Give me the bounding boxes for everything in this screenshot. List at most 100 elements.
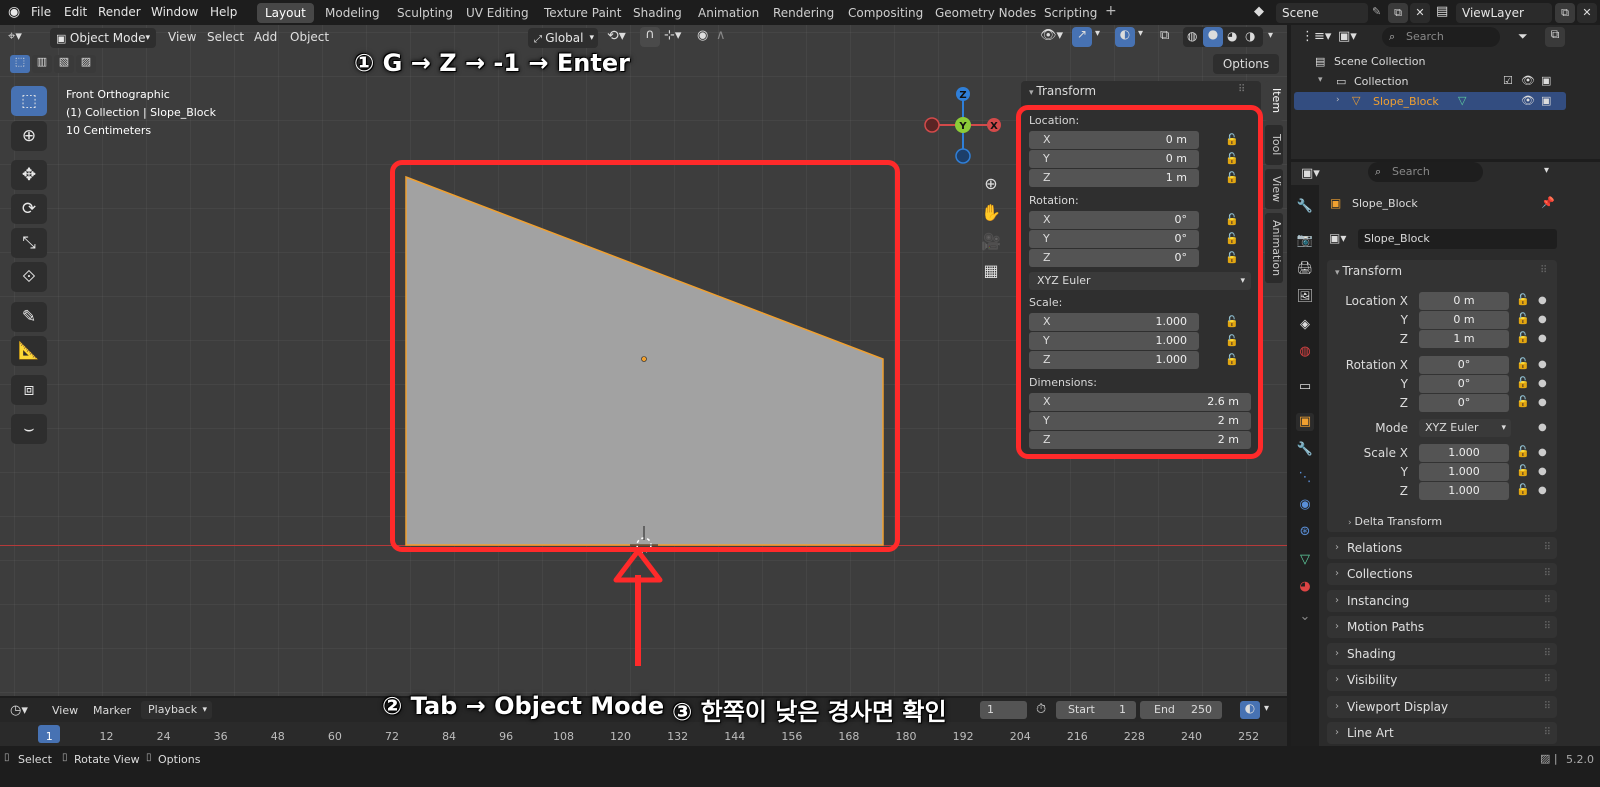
keying-dropdown-icon[interactable]: ▾ [1264,703,1269,714]
pin-icon[interactable]: 📌 [1541,196,1555,209]
properties-dropdown-icon[interactable]: ▾ [1544,165,1549,176]
tab-view[interactable]: View [1265,169,1283,209]
collection-tab-icon[interactable]: ▭ [1296,378,1314,396]
prop-scale-y[interactable]: 1.000 [1419,463,1509,481]
lock-icon[interactable]: 🔓 [1516,464,1530,477]
display-mode-icon[interactable]: ▣▾ [1338,29,1357,44]
section-viewport-display[interactable]: › Viewport Display ⠿ [1327,696,1557,718]
end-frame-field[interactable]: End 250 [1140,701,1222,719]
physics-tab-icon[interactable]: ◉ [1296,496,1314,514]
keyframe-dot-icon[interactable]: ● [1538,447,1547,458]
zoom-icon[interactable]: ⊕ [977,171,1005,197]
pin-icon[interactable]: ✎ [1372,5,1381,18]
drag-grip-icon[interactable]: ⠿ [1238,84,1245,95]
modifier-tab-icon[interactable]: 🔧 [1296,441,1314,459]
playback-dropdown[interactable]: Playback ▾ [141,701,212,719]
outliner-search-input[interactable]: ⌕ Search [1382,27,1500,47]
npanel-header[interactable]: ▾ Transform [1029,84,1096,98]
collection-label[interactable]: Collection [1354,75,1408,88]
material-tab-icon[interactable]: ◕ [1296,578,1314,596]
keyframe-dot-icon[interactable]: ● [1538,378,1547,389]
expand-chevron-icon[interactable]: › [1336,95,1340,105]
keyframe-dot-icon[interactable]: ● [1538,466,1547,477]
properties-editor-icon[interactable]: ▣▾ [1301,166,1320,181]
prop-rotation-z[interactable]: 0° [1419,394,1509,412]
prop-rotation-mode-dropdown[interactable]: XYZ Euler ▾ [1419,419,1511,437]
checkbox-icon[interactable]: ☑ [1503,74,1513,87]
new-scene-icon[interactable]: ⧉ [1388,3,1408,23]
section-shading[interactable]: › Shading ⠿ [1327,643,1557,665]
timeline-menu-marker[interactable]: Marker [93,704,131,717]
object-name-field[interactable]: Slope_Block [1358,229,1557,249]
section-motion-paths[interactable]: › Motion Paths ⠿ [1327,616,1557,638]
eye-icon[interactable]: 👁 [1521,94,1535,107]
scene-tab-icon[interactable]: ◈ [1296,316,1314,334]
section-collections[interactable]: › Collections ⠿ [1327,563,1557,585]
camera-render-icon[interactable]: ▣ [1541,94,1551,107]
tool-tab-icon[interactable]: 🔧 [1296,198,1314,216]
lock-icon[interactable]: 🔓 [1516,331,1530,344]
lock-icon[interactable]: 🔓 [1516,293,1530,306]
delta-transform-subpanel[interactable]: › Delta Transform [1348,515,1442,528]
prop-location-x[interactable]: 0 m [1419,292,1509,310]
section-line-art[interactable]: › Line Art ⠿ [1327,722,1557,744]
lock-icon[interactable]: 🔓 [1516,312,1530,325]
tab-tool[interactable]: Tool [1265,125,1283,165]
outliner-editor-icon[interactable]: ⋮≡▾ [1301,29,1331,44]
view-layer-tab-icon[interactable]: 🖼 [1296,288,1314,306]
keyframe-dot-icon[interactable]: ● [1538,295,1547,306]
world-tab-icon[interactable]: ◍ [1296,343,1314,361]
lock-icon[interactable]: 🔓 [1516,395,1530,408]
output-tab-icon[interactable]: 🖨 [1296,260,1314,278]
drag-grip-icon[interactable]: ⠿ [1540,265,1547,276]
scene-collection-label[interactable]: Scene Collection [1334,55,1425,68]
eye-icon[interactable]: 👁 [1521,74,1535,87]
timeline-menu-view[interactable]: View [52,704,78,717]
timeline-ruler[interactable] [0,722,1287,746]
filter-icon[interactable]: ⏷ [1518,29,1528,44]
current-frame-field[interactable]: 1 [980,701,1027,719]
pan-hand-icon[interactable]: ✋ [977,200,1005,226]
slope-block-label[interactable]: Slope_Block [1373,95,1439,108]
lock-icon[interactable]: 🔓 [1516,357,1530,370]
new-collection-icon[interactable]: ⧉ [1545,27,1565,47]
section-visibility[interactable]: › Visibility ⠿ [1327,669,1557,691]
section-relations[interactable]: › Relations ⠿ [1327,537,1557,559]
timeline-editor-icon[interactable]: ◷▾ [10,703,28,718]
collapse-chevron-icon[interactable]: ▾ [1318,75,1323,85]
transform-section-header[interactable]: ▾ Transform [1335,264,1402,278]
grid-toggle-icon[interactable]: ▦ [977,258,1005,284]
delete-view-layer-icon[interactable]: ✕ [1577,3,1597,23]
tab-animation-sidebar[interactable]: Animation [1265,213,1283,283]
render-tab-icon[interactable]: 📷 [1296,232,1314,250]
particles-tab-icon[interactable]: ⋱ [1296,469,1314,487]
prop-rotation-x[interactable]: 0° [1419,356,1509,374]
section-instancing[interactable]: › Instancing ⠿ [1327,590,1557,612]
properties-search-input[interactable]: ⌕ Search [1368,162,1483,182]
keyframe-dot-icon[interactable]: ● [1538,485,1547,496]
start-frame-field[interactable]: Start 1 [1056,701,1136,719]
keyframe-dot-icon[interactable]: ● [1538,359,1547,370]
tab-item[interactable]: Item [1265,81,1283,121]
prop-scale-z[interactable]: 1.000 [1419,482,1509,500]
prop-location-y[interactable]: 0 m [1419,311,1509,329]
more-tabs-icon[interactable]: ⌄ [1296,608,1314,626]
constraints-tab-icon[interactable]: ⊛ [1296,523,1314,541]
camera-render-icon[interactable]: ▣ [1541,74,1551,87]
object-tab-icon[interactable]: ▣ [1296,413,1314,431]
view-layer-field[interactable]: ViewLayer [1456,3,1552,23]
prop-scale-x[interactable]: 1.000 [1419,444,1509,462]
lock-icon[interactable]: 🔓 [1516,376,1530,389]
keyframe-dot-icon[interactable]: ● [1538,333,1547,344]
new-view-layer-icon[interactable]: ⧉ [1555,3,1575,23]
lock-icon[interactable]: 🔓 [1516,483,1530,496]
view-layer-icon[interactable]: ▤ [1436,4,1448,19]
data-tab-icon[interactable]: ▽ [1296,551,1314,569]
object-browse-icon[interactable]: ▣▾ [1329,231,1346,245]
camera-icon[interactable]: 🎥 [977,229,1005,255]
scene-field[interactable]: Scene [1276,3,1368,23]
keyframe-dot-icon[interactable]: ● [1538,314,1547,325]
prop-rotation-y[interactable]: 0° [1419,375,1509,393]
keying-icon[interactable]: ◐ [1240,701,1260,719]
delete-scene-icon[interactable]: ✕ [1410,3,1430,23]
